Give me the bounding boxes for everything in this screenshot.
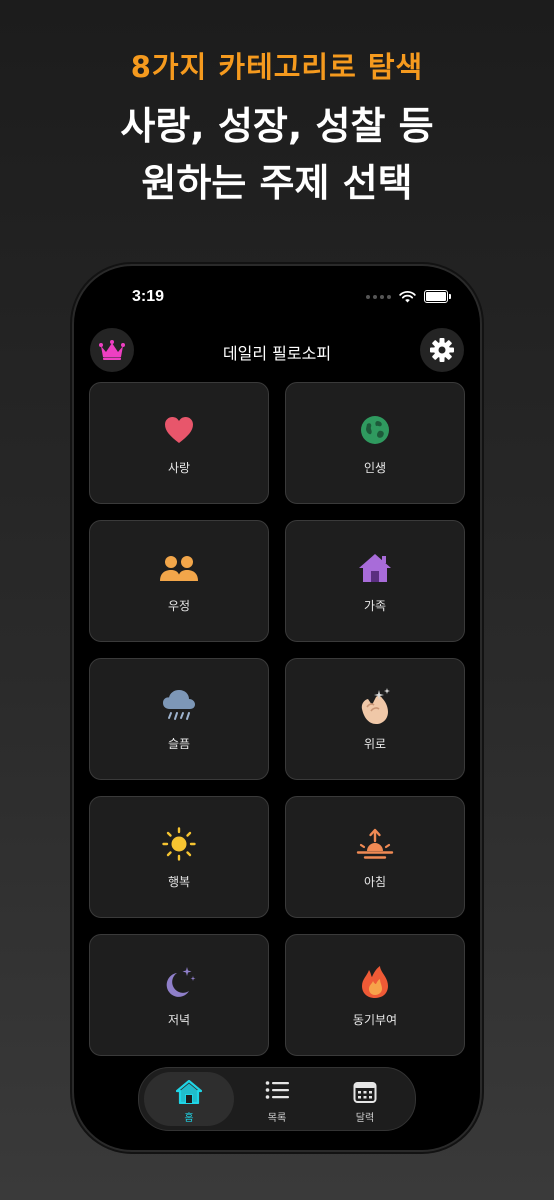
globe-icon: [361, 416, 389, 444]
category-card-comfort[interactable]: 위로: [285, 658, 465, 780]
tab-list[interactable]: 목록: [232, 1072, 322, 1126]
category-card-life[interactable]: 인생: [285, 382, 465, 504]
category-label: 행복: [167, 875, 191, 889]
phone-frame: 3:19 데일리 필로소피 사랑 인생 우정 가족 슬픔 위로 행복 아침 저녁…: [74, 266, 480, 1150]
category-card-evening[interactable]: 저녁: [89, 934, 269, 1056]
tab-label: 홈: [184, 1113, 194, 1124]
category-card-love[interactable]: 사랑: [89, 382, 269, 504]
status-icons: [366, 290, 451, 303]
top-nav: 데일리 필로소피: [74, 326, 480, 376]
signal-icon: [366, 294, 391, 299]
home-icon: [176, 1080, 202, 1104]
promo-title: 사랑, 성장, 성찰 등 원하는 주제 선택: [0, 98, 554, 212]
settings-button[interactable]: [420, 328, 464, 372]
category-label: 우정: [167, 599, 191, 613]
sun-icon: [162, 827, 196, 861]
tab-home[interactable]: 홈: [144, 1072, 234, 1126]
house-icon: [359, 554, 391, 582]
category-card-friendship[interactable]: 우정: [89, 520, 269, 642]
sunrise-icon: [356, 828, 394, 859]
category-label: 동기부여: [352, 1013, 398, 1027]
category-label: 사랑: [167, 461, 191, 475]
category-label: 아침: [363, 875, 387, 889]
tab-label: 달력: [355, 1113, 375, 1124]
list-icon: [265, 1081, 289, 1099]
calendar-icon: [353, 1082, 377, 1103]
moon-stars-icon: [166, 967, 196, 997]
category-card-sadness[interactable]: 슬픔: [89, 658, 269, 780]
battery-icon: [424, 290, 451, 303]
tab-calendar[interactable]: 달력: [320, 1072, 410, 1126]
wifi-icon: [399, 290, 416, 302]
category-label: 슬픔: [167, 737, 191, 751]
category-card-happiness[interactable]: 행복: [89, 796, 269, 918]
category-label: 가족: [363, 599, 387, 613]
category-label: 위로: [363, 737, 387, 751]
promo-title-line2: 원하는 주제 선택: [141, 161, 413, 205]
rain-cloud-icon: [163, 690, 195, 720]
tab-label: 목록: [267, 1113, 287, 1124]
promo-title-line1: 사랑, 성장, 성찰 등: [120, 104, 434, 148]
category-label: 인생: [363, 461, 387, 475]
category-card-family[interactable]: 가족: [285, 520, 465, 642]
heart-icon: [165, 417, 193, 443]
people-icon: [160, 556, 198, 581]
status-time: 3:19: [132, 288, 165, 305]
tab-bar: 홈 목록 달력: [138, 1067, 416, 1131]
promo-subtitle: 8가지 카테고리로 탐색: [130, 50, 424, 84]
gear-icon: [430, 338, 454, 362]
clapping-hands-icon: [361, 688, 390, 724]
fire-icon: [362, 966, 388, 998]
category-card-morning[interactable]: 아침: [285, 796, 465, 918]
category-card-motivation[interactable]: 동기부여: [285, 934, 465, 1056]
category-label: 저녁: [167, 1013, 191, 1027]
